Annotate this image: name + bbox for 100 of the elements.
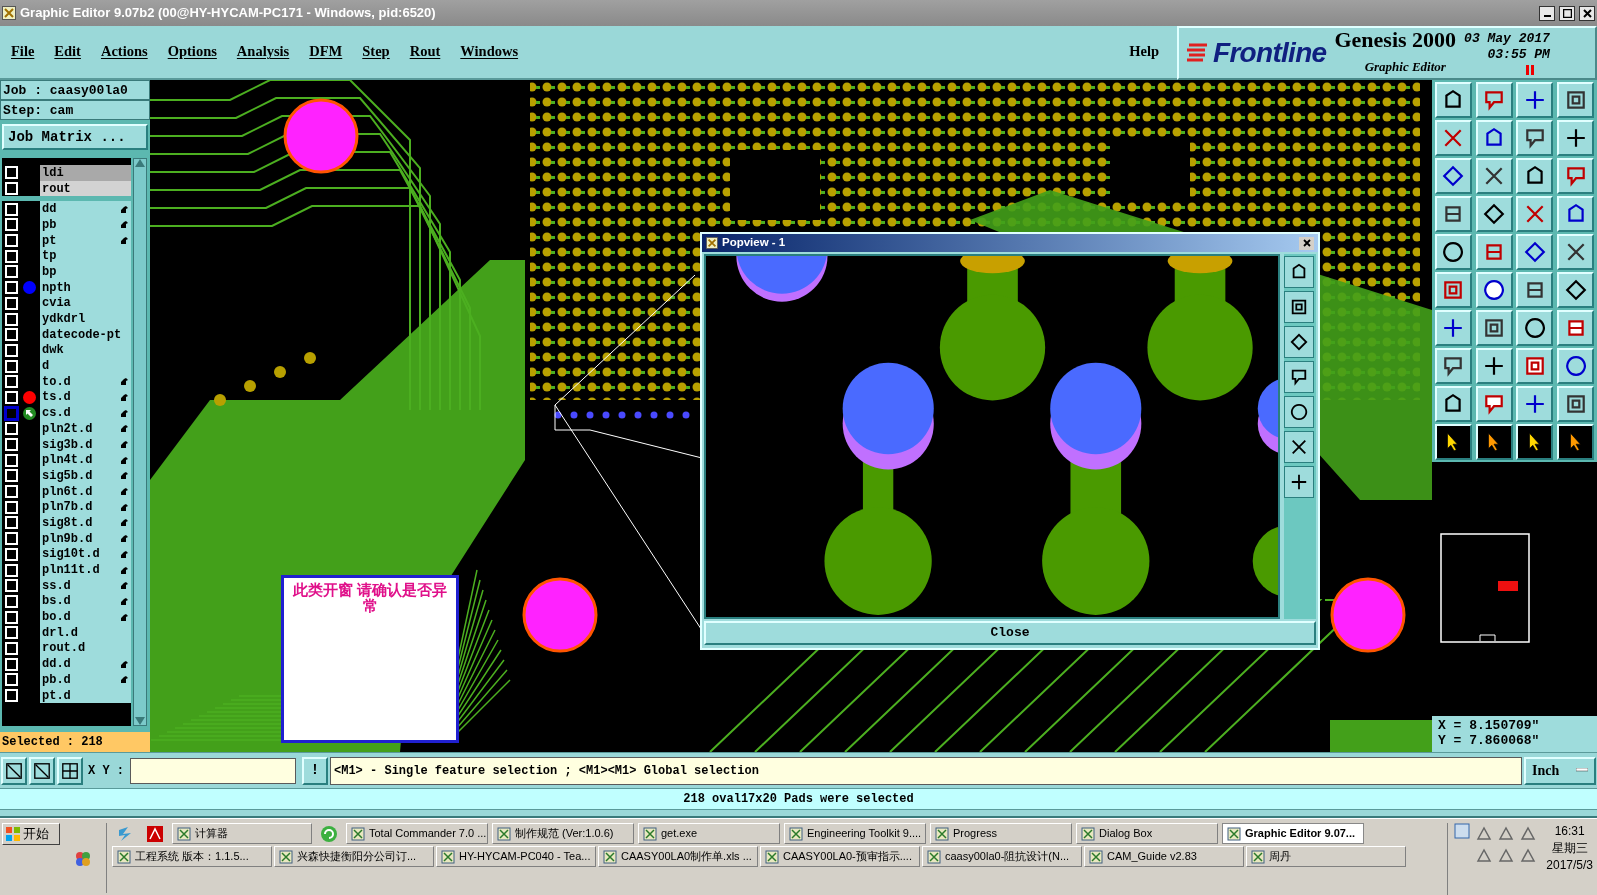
taskbar-button[interactable]: CAASY00LA0制作单.xls ...	[598, 846, 758, 867]
taskbar-button[interactable]: Dialog Box	[1076, 823, 1218, 844]
job-matrix-button[interactable]: Job Matrix ...	[2, 124, 148, 150]
tool-button[interactable]	[1475, 310, 1513, 346]
scrollbar[interactable]	[133, 158, 147, 726]
taskbar-button[interactable]: HY-HYCAM-PC040 - Tea...	[436, 846, 596, 867]
taskbar-button[interactable]: 周丹	[1246, 846, 1406, 867]
layer-name[interactable]: ldi	[40, 165, 131, 181]
layer-name[interactable]: d	[40, 358, 131, 374]
tool-button[interactable]	[1434, 310, 1472, 346]
layer-name[interactable]: sig8t.d	[40, 515, 131, 531]
layer-name[interactable]: sig5b.d	[40, 468, 131, 484]
tool-button[interactable]	[1516, 424, 1554, 460]
layer-name[interactable]: pb	[40, 217, 131, 233]
tool-button[interactable]	[1434, 386, 1472, 422]
tool-button[interactable]	[1434, 234, 1472, 270]
view-button[interactable]	[1284, 326, 1314, 358]
view-button[interactable]	[1284, 396, 1314, 428]
layer-name[interactable]: cs.d	[40, 405, 131, 421]
tool-button[interactable]	[1516, 386, 1554, 422]
view-button[interactable]	[1284, 361, 1314, 393]
taskbar-button[interactable]: Progress	[930, 823, 1072, 844]
close-button[interactable]	[1579, 5, 1595, 21]
coordinate-input[interactable]	[130, 757, 296, 784]
layer-name[interactable]: dd	[40, 201, 131, 218]
menu-item[interactable]: DFM	[309, 41, 343, 63]
layer-name[interactable]: tp	[40, 248, 131, 265]
tool-button[interactable]	[1557, 120, 1595, 156]
layer-name[interactable]: bp	[40, 264, 131, 280]
layer-name[interactable]: dd.d	[40, 656, 131, 672]
tool-button[interactable]	[1557, 82, 1595, 118]
menu-item[interactable]: Options	[167, 41, 217, 63]
layer-name[interactable]: pln7b.d	[40, 499, 131, 516]
tool-button[interactable]	[1475, 272, 1513, 308]
tool-button[interactable]	[1434, 348, 1472, 384]
taskbar-button[interactable]: CAM_Guide v2.83	[1084, 846, 1244, 867]
view-button[interactable]	[1284, 256, 1314, 288]
taskbar-button[interactable]: Engineering Toolkit 9....	[784, 823, 926, 844]
tool-button[interactable]	[1434, 424, 1472, 460]
tool-button[interactable]	[1475, 348, 1513, 384]
layer-name[interactable]: bo.d	[40, 609, 131, 625]
tool-button[interactable]	[1516, 272, 1554, 308]
start-button[interactable]: 开始	[2, 823, 60, 845]
taskbar-button[interactable]: caasy00la0-阻抗设计(N...	[922, 846, 1082, 867]
menu-item[interactable]: Analysis	[236, 41, 290, 63]
tool-button[interactable]	[1475, 386, 1513, 422]
layer-checkbox[interactable]	[5, 406, 18, 420]
tool-button[interactable]	[1516, 82, 1554, 118]
tool-button[interactable]	[1475, 82, 1513, 118]
tool-button[interactable]	[1434, 196, 1472, 232]
tool-button[interactable]	[1516, 310, 1554, 346]
tool-button[interactable]	[1557, 310, 1595, 346]
menu-item[interactable]: Rout	[409, 41, 441, 63]
tool-button[interactable]	[1516, 196, 1554, 232]
tool-button[interactable]	[1557, 348, 1595, 384]
close-button[interactable]	[1299, 236, 1314, 250]
tool-button[interactable]	[1434, 272, 1472, 308]
tool-button[interactable]	[1475, 196, 1513, 232]
minimize-button[interactable]	[1539, 5, 1555, 21]
snap-button[interactable]	[57, 756, 83, 785]
taskbar-button[interactable]: get.exe	[638, 823, 780, 844]
tool-button[interactable]	[1475, 120, 1513, 156]
tool-button[interactable]	[1557, 234, 1595, 270]
taskbar-button[interactable]: Total Commander 7.0 ...	[346, 823, 488, 844]
layer-name[interactable]: pln2t.d	[40, 421, 131, 437]
tool-button[interactable]	[1434, 82, 1472, 118]
menu-item[interactable]: File	[11, 41, 35, 63]
menu-item[interactable]: Step	[362, 41, 390, 63]
menu-item[interactable]: Help	[1129, 41, 1159, 63]
layer-name[interactable]: pb.d	[40, 672, 131, 688]
maximize-button[interactable]	[1559, 5, 1575, 21]
taskbar-button[interactable]: 兴森快捷衡阳分公司订...	[274, 846, 434, 867]
taskbar-button[interactable]: CAASY00LA0-预审指示....	[760, 846, 920, 867]
tool-button[interactable]	[1434, 158, 1472, 194]
tool-button[interactable]	[1557, 158, 1595, 194]
taskbar-button[interactable]: 制作规范 (Ver:1.0.6)	[492, 823, 634, 844]
view-button[interactable]	[1284, 291, 1314, 323]
tool-button[interactable]	[1557, 272, 1595, 308]
tool-button[interactable]	[1475, 234, 1513, 270]
menu-item[interactable]: Windows	[460, 41, 519, 63]
taskbar-button[interactable]: 工程系统 版本：1.1.5...	[112, 846, 272, 867]
popview-close-button[interactable]: Close	[704, 621, 1316, 645]
execute-button[interactable]: !	[302, 756, 328, 785]
layer-name[interactable]: ydkdrl	[40, 311, 131, 327]
snap-button[interactable]	[1, 756, 27, 785]
menu-item[interactable]: Actions	[100, 41, 148, 63]
taskbar-button[interactable]: 计算器	[172, 823, 312, 844]
tool-button[interactable]	[1516, 158, 1554, 194]
view-button[interactable]	[1284, 466, 1314, 498]
tool-button[interactable]	[1475, 158, 1513, 194]
taskbar-button[interactable]: Graphic Editor 9.07...	[1222, 823, 1364, 844]
tool-button[interactable]	[1434, 120, 1472, 156]
tool-button[interactable]	[1557, 196, 1595, 232]
snap-button[interactable]	[29, 756, 55, 785]
layer-name[interactable]: pln4t.d	[40, 452, 131, 469]
layer-name[interactable]: pln11t.d	[40, 562, 131, 578]
view-button[interactable]	[1284, 431, 1314, 463]
tool-button[interactable]	[1516, 348, 1554, 384]
tool-button[interactable]	[1557, 386, 1595, 422]
units-dropdown[interactable]: Inch	[1524, 756, 1596, 785]
